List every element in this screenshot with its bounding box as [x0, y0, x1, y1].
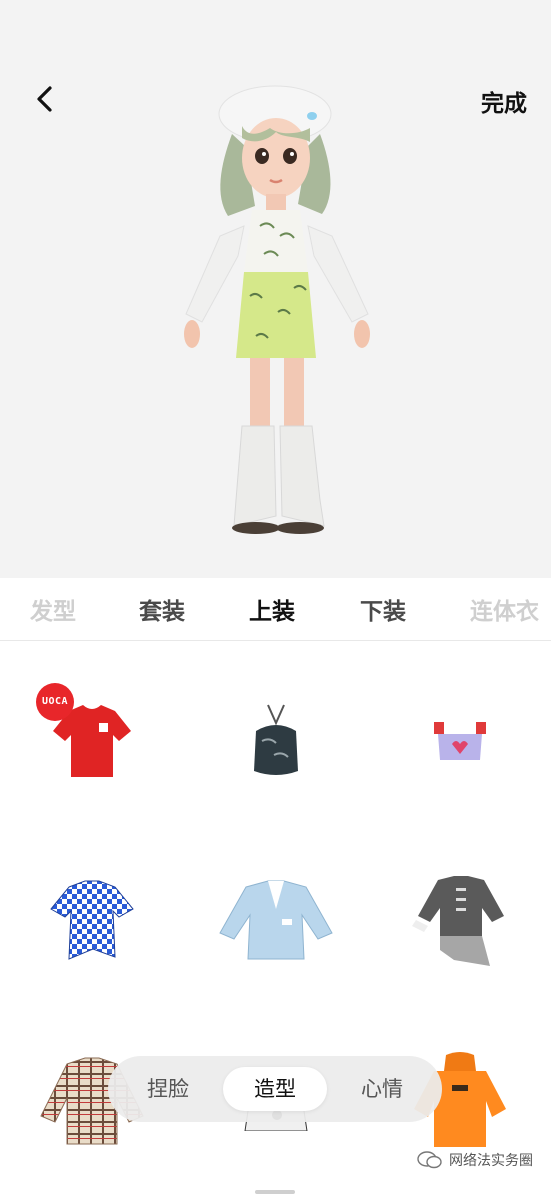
clothing-item-crop-top[interactable]: [368, 651, 551, 831]
tab-jumpsuit[interactable]: 连体衣: [470, 592, 539, 626]
back-button[interactable]: [30, 84, 60, 114]
tab-top[interactable]: 上装: [249, 592, 295, 626]
wechat-icon: [417, 1151, 442, 1169]
nav-style[interactable]: 造型: [223, 1067, 327, 1111]
category-tabs: 发型 套装 上装 下装 连体衣: [0, 578, 551, 641]
bottom-nav: 捏脸 造型 心情: [108, 1056, 442, 1122]
crop-top-image: [433, 722, 486, 760]
home-indicator[interactable]: [255, 1190, 295, 1194]
clothing-item-halter-top[interactable]: [184, 651, 367, 831]
tab-outfit[interactable]: 套装: [139, 592, 185, 626]
avatar-stage: 完成: [0, 0, 551, 578]
watermark-text: 网络法实务圈: [449, 1153, 533, 1169]
grey-jacket-image: [411, 876, 504, 966]
blue-blazer-image: [218, 880, 333, 960]
uoca-badge: UOCA: [36, 683, 74, 721]
halter-top-image: [253, 704, 298, 775]
tab-hair[interactable]: 发型: [30, 592, 76, 626]
watermark: 网络法实务圈: [417, 1150, 533, 1170]
clothing-item-grey-jacket[interactable]: [368, 831, 551, 1011]
tab-bottom[interactable]: 下装: [360, 592, 406, 626]
avatar-figure: [184, 85, 370, 534]
nav-mood[interactable]: 心情: [330, 1067, 434, 1111]
clothing-item-blue-blazer[interactable]: [184, 831, 367, 1011]
clothing-item-red-tshirt[interactable]: UOCA: [0, 651, 183, 831]
checker-shirt-image: [49, 880, 134, 960]
chevron-left-icon: [37, 86, 52, 112]
clothing-item-checker-shirt[interactable]: [0, 831, 183, 1011]
nav-face[interactable]: 捏脸: [116, 1067, 220, 1111]
done-button[interactable]: 完成: [481, 84, 527, 118]
